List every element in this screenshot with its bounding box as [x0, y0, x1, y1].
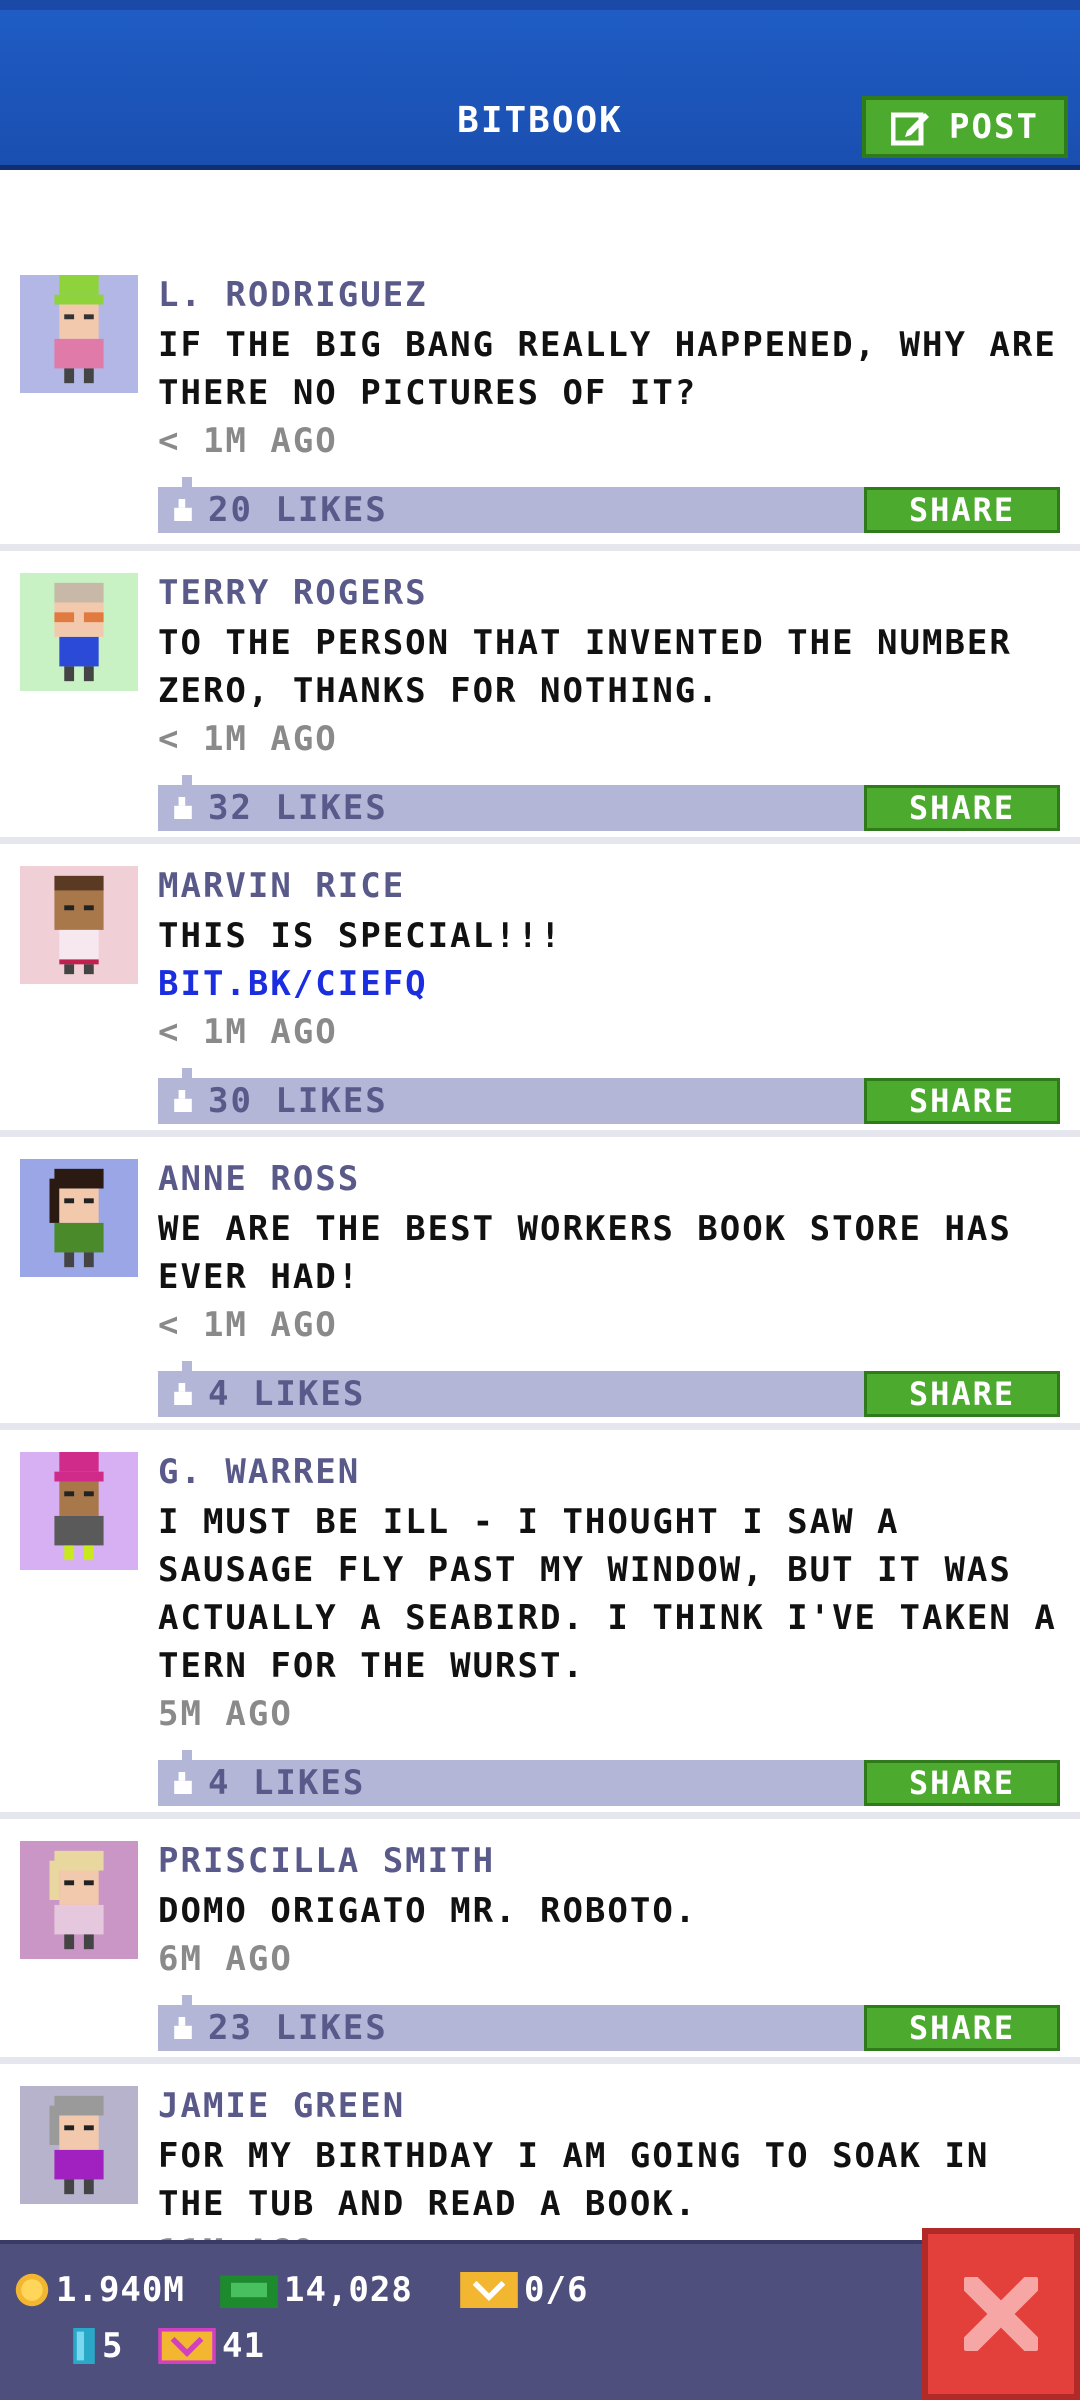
like-bar: 23 LIKES SHARE: [158, 1995, 1060, 2051]
post-time: < 1M AGO: [158, 1012, 338, 1052]
feed-post: PRISCILLA SMITH DOMO ORIGATO MR. ROBOTO.…: [0, 1819, 1080, 2064]
thumbs-up-icon: [174, 1772, 192, 1794]
post-button-label: POST: [949, 107, 1039, 147]
cash-stat: 14,028: [220, 2270, 413, 2310]
thumbs-up-icon: [174, 1383, 192, 1405]
coins-value: 1.940M: [56, 2270, 185, 2310]
thumbs-up-icon: [174, 797, 192, 819]
like-count: 4 LIKES: [208, 1374, 366, 1414]
post-author[interactable]: TERRY ROGERS: [158, 573, 1060, 613]
feed-post: G. WARREN I MUST BE ILL - I THOUGHT I SA…: [0, 1430, 1080, 1819]
post-time: < 1M AGO: [158, 719, 338, 759]
like-bar: 32 LIKES SHARE: [158, 775, 1060, 831]
share-button[interactable]: SHARE: [864, 1371, 1060, 1417]
post-message: THIS IS SPECIAL!!!: [158, 916, 563, 956]
close-icon: [964, 2277, 1038, 2351]
cash-icon: [220, 2275, 278, 2308]
post-author[interactable]: JAMIE GREEN: [158, 2086, 1060, 2126]
post-message: TO THE PERSON THAT INVENTED THE NUMBER Z…: [158, 623, 1012, 711]
ticket-icon: [460, 2272, 518, 2308]
feed-post: JAMIE GREEN FOR MY BIRTHDAY I AM GOING T…: [0, 2064, 1080, 2272]
like-count: 32 LIKES: [208, 788, 388, 828]
like-bar: 20 LIKES SHARE: [158, 477, 1060, 533]
coin-icon: [15, 2273, 49, 2307]
post-time: < 1M AGO: [158, 1305, 338, 1345]
share-button[interactable]: SHARE: [864, 785, 1060, 831]
share-button[interactable]: SHARE: [864, 2005, 1060, 2051]
bitbook-feed[interactable]: L. RODRIGUEZ IF THE BIG BANG REALLY HAPP…: [0, 275, 1080, 2272]
feed-post: L. RODRIGUEZ IF THE BIG BANG REALLY HAPP…: [0, 275, 1080, 551]
post-author[interactable]: L. RODRIGUEZ: [158, 275, 1060, 315]
old-man-glasses-avatar: [20, 573, 138, 691]
app-header: BITBOOK POST: [0, 0, 1080, 170]
pink-hat-avatar: [20, 1452, 138, 1570]
like-bar: 30 LIKES SHARE: [158, 1068, 1060, 1124]
share-button[interactable]: SHARE: [864, 1078, 1060, 1124]
vip-icon: [158, 2328, 216, 2364]
feed-post: TERRY ROGERS TO THE PERSON THAT INVENTED…: [0, 551, 1080, 844]
share-button[interactable]: SHARE: [864, 487, 1060, 533]
thumbs-up-icon: [174, 1090, 192, 1112]
edit-icon: [891, 112, 930, 146]
like-bar: 4 LIKES SHARE: [158, 1361, 1060, 1417]
status-bar: 1.940M 14,028 0/6 5 41: [0, 2240, 1080, 2400]
like-bar-notch: [182, 1361, 192, 1371]
coins-stat: 1.940M: [14, 2270, 185, 2310]
man-avatar: [20, 866, 138, 984]
share-button[interactable]: SHARE: [864, 1760, 1060, 1806]
like-bar-notch: [182, 477, 192, 487]
like-bar-notch: [182, 1750, 192, 1760]
woman-avatar: [20, 1159, 138, 1277]
post-message: FOR MY BIRTHDAY I AM GOING TO SOAK IN TH…: [158, 2136, 990, 2224]
like-bar-notch: [182, 1068, 192, 1078]
bux-stat: 5: [72, 2326, 123, 2366]
thumbs-up-icon: [174, 499, 192, 521]
post-author[interactable]: ANNE ROSS: [158, 1159, 1060, 1199]
post-link[interactable]: BIT.BK/CIEFQ: [158, 960, 1060, 1008]
like-bar-notch: [182, 1995, 192, 2005]
post-author[interactable]: MARVIN RICE: [158, 866, 1060, 906]
post-author[interactable]: G. WARREN: [158, 1452, 1060, 1492]
post-message: I MUST BE ILL - I THOUGHT I SAW A SAUSAG…: [158, 1502, 1057, 1686]
like-count: 23 LIKES: [208, 2008, 388, 2048]
tickets-stat: 0/6: [460, 2270, 588, 2310]
tickets-value: 0/6: [524, 2270, 589, 2310]
feed-post: MARVIN RICE THIS IS SPECIAL!!! BIT.BK/CI…: [0, 844, 1080, 1137]
like-bar: 4 LIKES SHARE: [158, 1750, 1060, 1806]
post-message: WE ARE THE BEST WORKERS BOOK STORE HAS E…: [158, 1209, 1012, 1297]
post-author[interactable]: PRISCILLA SMITH: [158, 1841, 1060, 1881]
post-time: < 1M AGO: [158, 421, 338, 461]
blonde-woman-avatar: [20, 1841, 138, 1959]
bux-icon: [73, 2328, 95, 2364]
feed-post: ANNE ROSS WE ARE THE BEST WORKERS BOOK S…: [0, 1137, 1080, 1430]
like-bar-notch: [182, 775, 192, 785]
vip-stat: 41: [158, 2326, 265, 2366]
post-message: IF THE BIG BANG REALLY HAPPENED, WHY ARE…: [158, 325, 1057, 413]
vip-value: 41: [222, 2326, 265, 2366]
like-count: 30 LIKES: [208, 1081, 388, 1121]
bux-value: 5: [102, 2326, 124, 2366]
thumbs-up-icon: [174, 2017, 192, 2039]
cash-value: 14,028: [284, 2270, 413, 2310]
grey-hair-woman-avatar: [20, 2086, 138, 2204]
post-time: 5M AGO: [158, 1694, 293, 1734]
post-message: DOMO ORIGATO MR. ROBOTO.: [158, 1891, 698, 1931]
close-button[interactable]: [922, 2228, 1080, 2400]
like-count: 20 LIKES: [208, 490, 388, 530]
post-time: 6M AGO: [158, 1939, 293, 1979]
post-button[interactable]: POST: [862, 96, 1068, 158]
green-hat-woman-avatar: [20, 275, 138, 393]
like-count: 4 LIKES: [208, 1763, 366, 1803]
